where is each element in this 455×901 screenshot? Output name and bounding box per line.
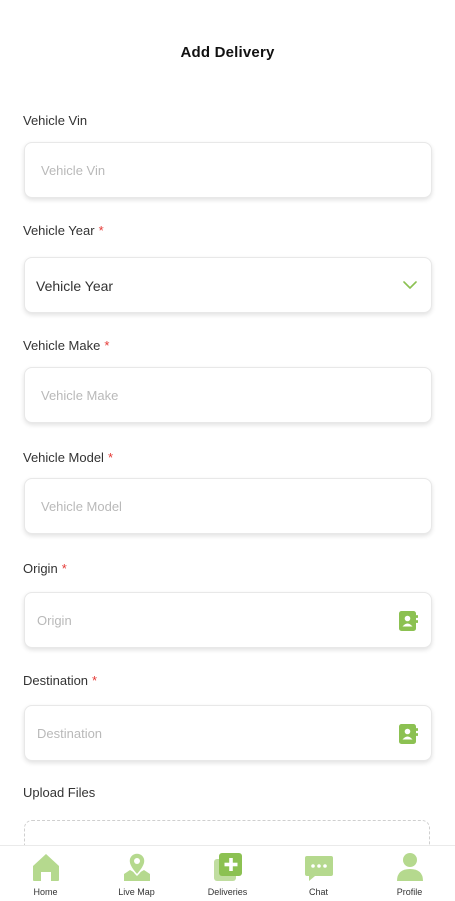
chat-icon bbox=[304, 856, 333, 881]
bottom-tab-bar: Home Live Map Deliveries Chat Profile bbox=[0, 845, 455, 901]
contact-book-icon[interactable] bbox=[397, 610, 419, 632]
vehicle-model-input[interactable] bbox=[41, 479, 381, 533]
required-mark: * bbox=[98, 223, 104, 238]
tab-chat[interactable]: Chat bbox=[273, 846, 364, 901]
vehicle-vin-label: Vehicle Vin bbox=[23, 113, 87, 128]
tab-live-map[interactable]: Live Map bbox=[91, 846, 182, 901]
vehicle-year-label-text: Vehicle Year bbox=[23, 223, 95, 238]
tab-deliveries-label: Deliveries bbox=[207, 887, 248, 897]
vehicle-vin-input[interactable] bbox=[41, 143, 381, 197]
vehicle-vin-label-text: Vehicle Vin bbox=[23, 113, 88, 128]
vehicle-make-field[interactable] bbox=[24, 367, 432, 423]
contact-book-icon[interactable] bbox=[397, 723, 419, 745]
origin-label: Origin * bbox=[23, 561, 67, 576]
add-delivery-icon bbox=[213, 853, 242, 881]
destination-field[interactable] bbox=[24, 705, 432, 761]
tab-profile[interactable]: Profile bbox=[364, 846, 455, 901]
chevron-down-icon bbox=[403, 281, 417, 289]
tab-live-map-label: Live Map bbox=[118, 887, 155, 897]
vehicle-year-select[interactable]: Vehicle Year bbox=[24, 257, 432, 313]
tab-profile-label: Profile bbox=[396, 887, 423, 897]
origin-field[interactable] bbox=[24, 592, 432, 648]
profile-icon bbox=[396, 853, 423, 881]
required-mark: * bbox=[107, 450, 114, 465]
tab-home-label: Home bbox=[33, 887, 58, 897]
destination-input[interactable] bbox=[37, 706, 377, 760]
vehicle-make-label: Vehicle Make * bbox=[23, 338, 109, 353]
origin-label-text: Origin bbox=[23, 561, 58, 576]
tab-deliveries[interactable]: Deliveries bbox=[182, 846, 273, 901]
required-mark: * bbox=[104, 338, 110, 353]
vehicle-model-field[interactable] bbox=[24, 478, 432, 534]
tab-chat-label: Chat bbox=[308, 887, 328, 897]
vehicle-make-label-text: Vehicle Make bbox=[23, 338, 101, 353]
upload-files-label-text: Upload Files bbox=[23, 785, 96, 800]
required-mark: * bbox=[61, 561, 67, 576]
destination-label-text: Destination bbox=[23, 673, 89, 688]
map-pin-icon bbox=[123, 852, 150, 881]
destination-label: Destination * bbox=[23, 673, 97, 688]
vehicle-year-label: Vehicle Year * bbox=[23, 223, 104, 238]
vehicle-vin-field[interactable] bbox=[24, 142, 432, 198]
required-mark: * bbox=[92, 673, 98, 688]
vehicle-model-label: Vehicle Model * bbox=[23, 450, 113, 465]
page-title: Add Delivery bbox=[180, 44, 275, 61]
vehicle-model-label-text: Vehicle Model bbox=[23, 450, 104, 465]
home-icon bbox=[32, 854, 59, 881]
vehicle-make-input[interactable] bbox=[41, 368, 381, 422]
upload-files-label: Upload Files bbox=[23, 785, 95, 800]
vehicle-year-value: Vehicle Year bbox=[36, 278, 114, 294]
origin-input[interactable] bbox=[37, 593, 377, 647]
tab-home[interactable]: Home bbox=[0, 846, 91, 901]
